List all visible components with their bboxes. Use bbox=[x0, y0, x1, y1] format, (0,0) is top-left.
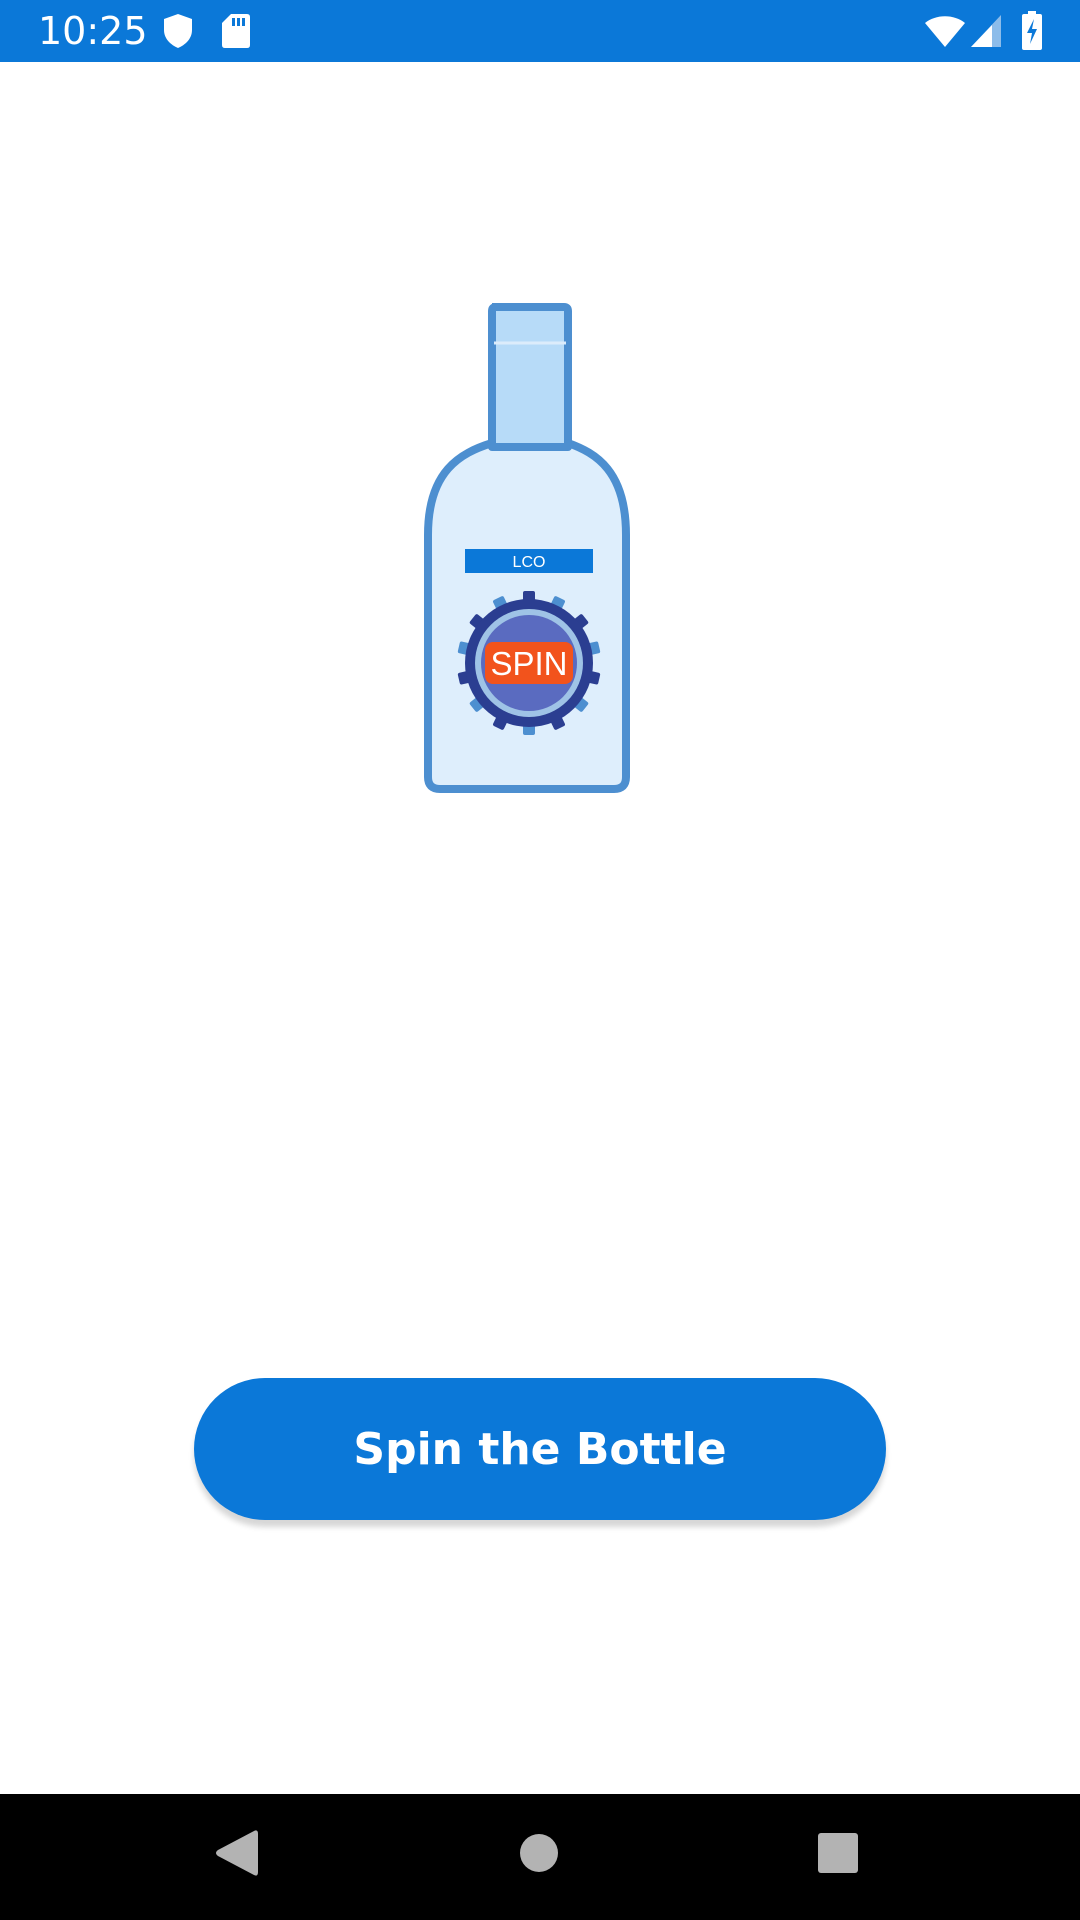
status-bar: 10:25 bbox=[0, 0, 1080, 62]
gear-badge-text: SPIN bbox=[490, 645, 567, 682]
recents-icon[interactable] bbox=[818, 1829, 874, 1885]
wifi-icon bbox=[924, 14, 966, 50]
app-screen: 10:25 LCO SPIN Spin the Bottle bbox=[0, 0, 1080, 1920]
bottle-label-text: LCO bbox=[513, 554, 546, 571]
bottle-illustration: LCO SPIN bbox=[420, 303, 635, 795]
sd-card-icon bbox=[221, 13, 251, 49]
home-icon[interactable] bbox=[520, 1829, 576, 1885]
bottle-neck bbox=[488, 303, 572, 453]
shield-icon bbox=[162, 13, 194, 49]
back-icon[interactable] bbox=[214, 1829, 270, 1885]
cell-signal-icon bbox=[970, 14, 1002, 50]
battery-charging-icon bbox=[1021, 11, 1043, 50]
navigation-bar bbox=[0, 1794, 1080, 1920]
status-time: 10:25 bbox=[38, 9, 148, 53]
spin-the-bottle-button[interactable]: Spin the Bottle bbox=[194, 1378, 886, 1520]
